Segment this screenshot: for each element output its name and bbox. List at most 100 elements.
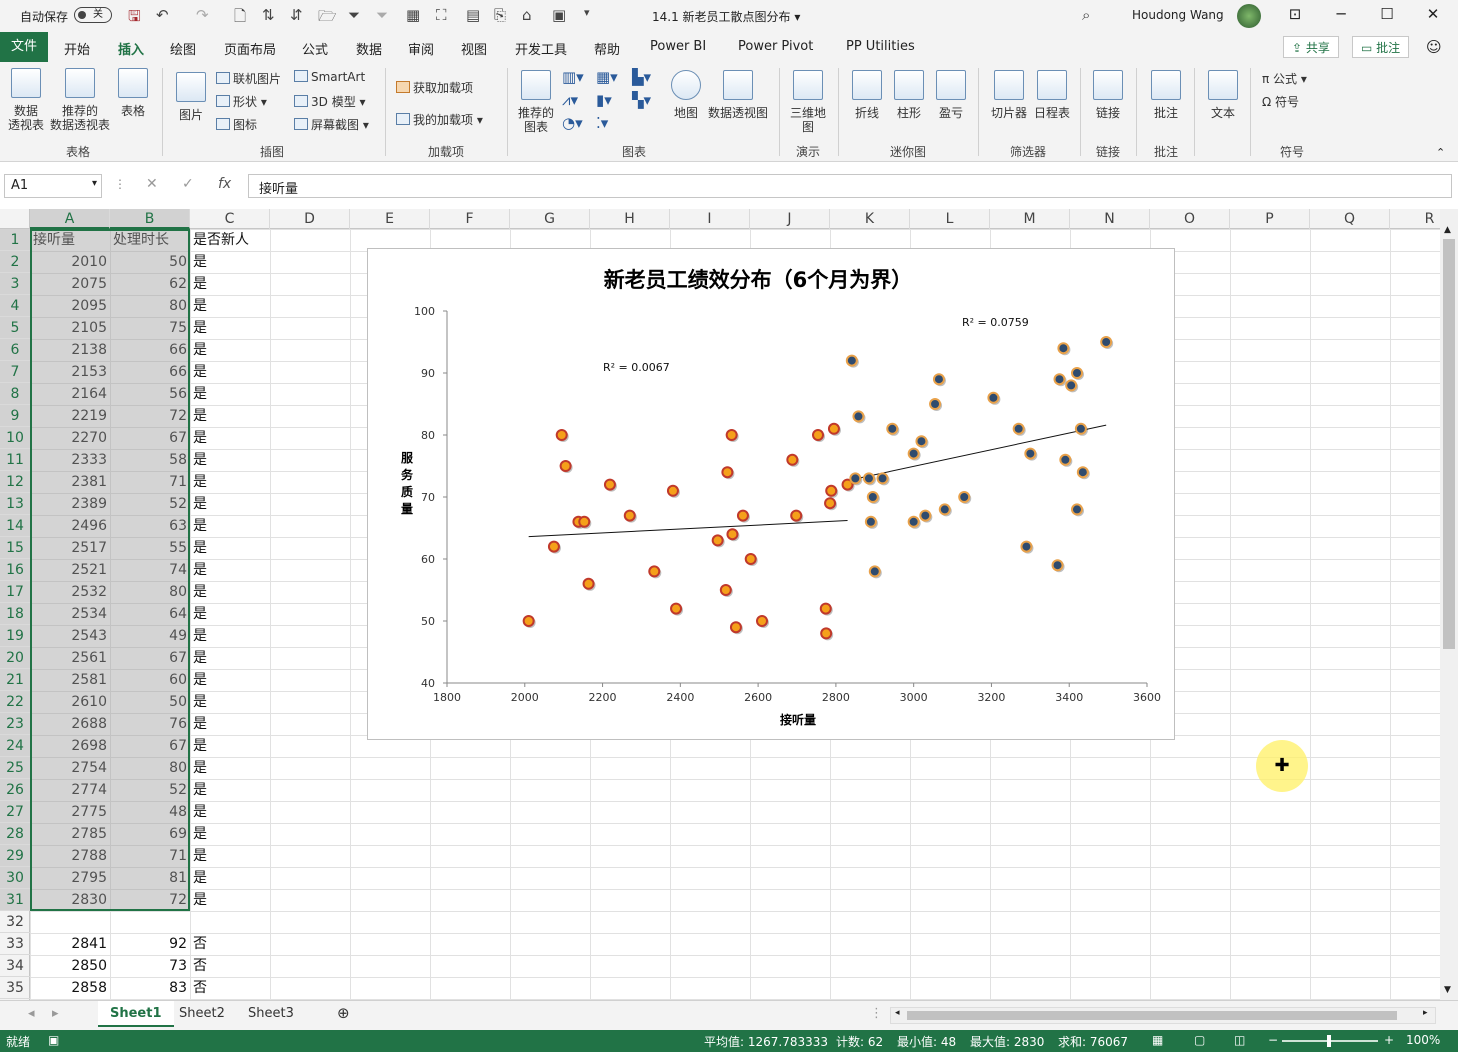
column-header-o[interactable]: O: [1150, 209, 1230, 229]
sheet-tab-2[interactable]: Sheet2: [179, 1006, 225, 1021]
tab-data[interactable]: 数据: [356, 39, 382, 58]
tab-power-bi[interactable]: Power BI: [650, 39, 706, 54]
selected-range[interactable]: [30, 229, 190, 911]
sort-asc-icon[interactable]: ⇅: [262, 6, 275, 24]
cell[interactable]: 是: [190, 625, 207, 647]
3d-model-button[interactable]: 3D 模型 ▾: [294, 93, 366, 110]
ribbon-display-icon[interactable]: ⊡: [1280, 5, 1310, 23]
row-header[interactable]: 33: [0, 933, 30, 955]
row-header[interactable]: 12: [0, 471, 30, 493]
row-header[interactable]: 20: [0, 647, 30, 669]
shapes-button[interactable]: 形状 ▾: [216, 93, 267, 110]
new-comment-button[interactable]: 批注: [1148, 70, 1184, 120]
statistic-chart-icon[interactable]: ▮▾: [596, 91, 612, 109]
combo-chart-icon[interactable]: ▚▾: [632, 91, 651, 109]
cell[interactable]: 2841: [30, 933, 110, 955]
form-icon[interactable]: ▣: [552, 6, 566, 24]
3d-map-button[interactable]: 三维地 图: [788, 70, 828, 134]
cell[interactable]: 是: [190, 295, 207, 317]
macro-record-icon[interactable]: ▣: [48, 1033, 59, 1047]
chart-icon[interactable]: ▤: [466, 6, 480, 24]
cell[interactable]: 否: [190, 977, 207, 999]
cell[interactable]: 否: [190, 955, 207, 977]
cell[interactable]: 是: [190, 801, 207, 823]
document-title[interactable]: 14.1 新老员工散点图分布 ▾: [652, 8, 800, 25]
max-stat[interactable]: 最大值: 2830: [970, 1033, 1044, 1050]
column-header-c[interactable]: C: [190, 209, 270, 229]
horizontal-scrollbar[interactable]: ◂ ▸: [890, 1007, 1436, 1024]
sheet-tab-1[interactable]: Sheet1: [98, 1001, 174, 1027]
vertical-scrollbar[interactable]: ▲ ▼: [1440, 209, 1458, 1000]
row-header[interactable]: 10: [0, 427, 30, 449]
tab-page-layout[interactable]: 页面布局: [224, 39, 276, 58]
cell[interactable]: 2858: [30, 977, 110, 999]
tab-formulas[interactable]: 公式: [302, 39, 328, 58]
cell[interactable]: 是: [190, 471, 207, 493]
sparkline-line-button[interactable]: 折线: [850, 70, 884, 120]
tab-power-pivot[interactable]: Power Pivot: [738, 39, 813, 54]
row-header[interactable]: 6: [0, 339, 30, 361]
tab-pp-utilities[interactable]: PP Utilities: [846, 39, 915, 54]
scatter-chart-icon[interactable]: ⁚▾: [596, 114, 608, 132]
scroll-left-icon[interactable]: ◂: [895, 1008, 900, 1018]
recommended-charts-button[interactable]: 推荐的 图表: [514, 70, 558, 134]
add-sheet-icon[interactable]: ⊕: [337, 1004, 350, 1022]
row-header[interactable]: 18: [0, 603, 30, 625]
row-header[interactable]: 3: [0, 273, 30, 295]
undo-icon[interactable]: ↶: [156, 6, 169, 24]
pivot-table-button[interactable]: 数据 透视表: [6, 68, 46, 132]
cell[interactable]: 是: [190, 251, 207, 273]
cell[interactable]: 是: [190, 691, 207, 713]
column-header-l[interactable]: L: [910, 209, 990, 229]
tab-home[interactable]: 开始: [64, 39, 90, 58]
page-break-icon[interactable]: ◫: [1234, 1033, 1245, 1047]
row-header[interactable]: 24: [0, 735, 30, 757]
column-header-j[interactable]: J: [750, 209, 830, 229]
tab-view[interactable]: 视图: [461, 39, 487, 58]
enter-icon[interactable]: ✓: [182, 176, 194, 192]
cell[interactable]: 是: [190, 493, 207, 515]
get-addins-button[interactable]: 获取加载项: [396, 79, 473, 96]
row-header[interactable]: 22: [0, 691, 30, 713]
sort-desc-icon[interactable]: ⇵: [290, 6, 303, 24]
row-header[interactable]: 8: [0, 383, 30, 405]
column-header-d[interactable]: D: [270, 209, 350, 229]
row-header[interactable]: 23: [0, 713, 30, 735]
row-header[interactable]: 26: [0, 779, 30, 801]
row-header[interactable]: 4: [0, 295, 30, 317]
search-icon[interactable]: ⌕: [1082, 6, 1090, 24]
sheet-tab-3[interactable]: Sheet3: [248, 1006, 294, 1021]
row-header[interactable]: 27: [0, 801, 30, 823]
freeze-icon[interactable]: ▦: [406, 6, 420, 24]
row-header[interactable]: 11: [0, 449, 30, 471]
my-addins-button[interactable]: 我的加载项 ▾: [396, 111, 483, 128]
recommended-pivot-button[interactable]: 推荐的 数据透视表: [48, 68, 112, 132]
row-header[interactable]: 35: [0, 977, 30, 999]
cell[interactable]: 是: [190, 273, 207, 295]
sum-stat[interactable]: 求和: 76067: [1058, 1033, 1128, 1050]
row-header[interactable]: 31: [0, 889, 30, 911]
formula-input[interactable]: 接听量: [248, 174, 1452, 198]
map-chart-button[interactable]: 地图: [670, 70, 702, 120]
new-file-icon[interactable]: 🗋: [234, 6, 246, 31]
link-button[interactable]: 链接: [1090, 70, 1126, 120]
cancel-icon[interactable]: ✕: [146, 176, 158, 192]
tab-review[interactable]: 审阅: [408, 39, 434, 58]
cell[interactable]: 是: [190, 405, 207, 427]
tag-icon[interactable]: ⌂: [522, 6, 532, 24]
hscroll-thumb[interactable]: [907, 1011, 1397, 1020]
tab-developer[interactable]: 开发工具: [515, 39, 567, 58]
scroll-down-icon[interactable]: ▼: [1444, 985, 1451, 995]
row-header[interactable]: 25: [0, 757, 30, 779]
comments-button[interactable]: ▭ 批注: [1352, 36, 1410, 58]
picture-button[interactable]: 图片: [172, 72, 210, 122]
online-picture-button[interactable]: 联机图片: [216, 70, 281, 87]
hierarchy-chart-icon[interactable]: ▦▾: [596, 68, 618, 86]
smartart-button[interactable]: SmartArt: [294, 70, 365, 84]
row-header[interactable]: 29: [0, 845, 30, 867]
row-header[interactable]: 28: [0, 823, 30, 845]
column-header-b[interactable]: B: [110, 209, 190, 229]
row-header[interactable]: 5: [0, 317, 30, 339]
column-header-e[interactable]: E: [350, 209, 430, 229]
row-header[interactable]: 2: [0, 251, 30, 273]
